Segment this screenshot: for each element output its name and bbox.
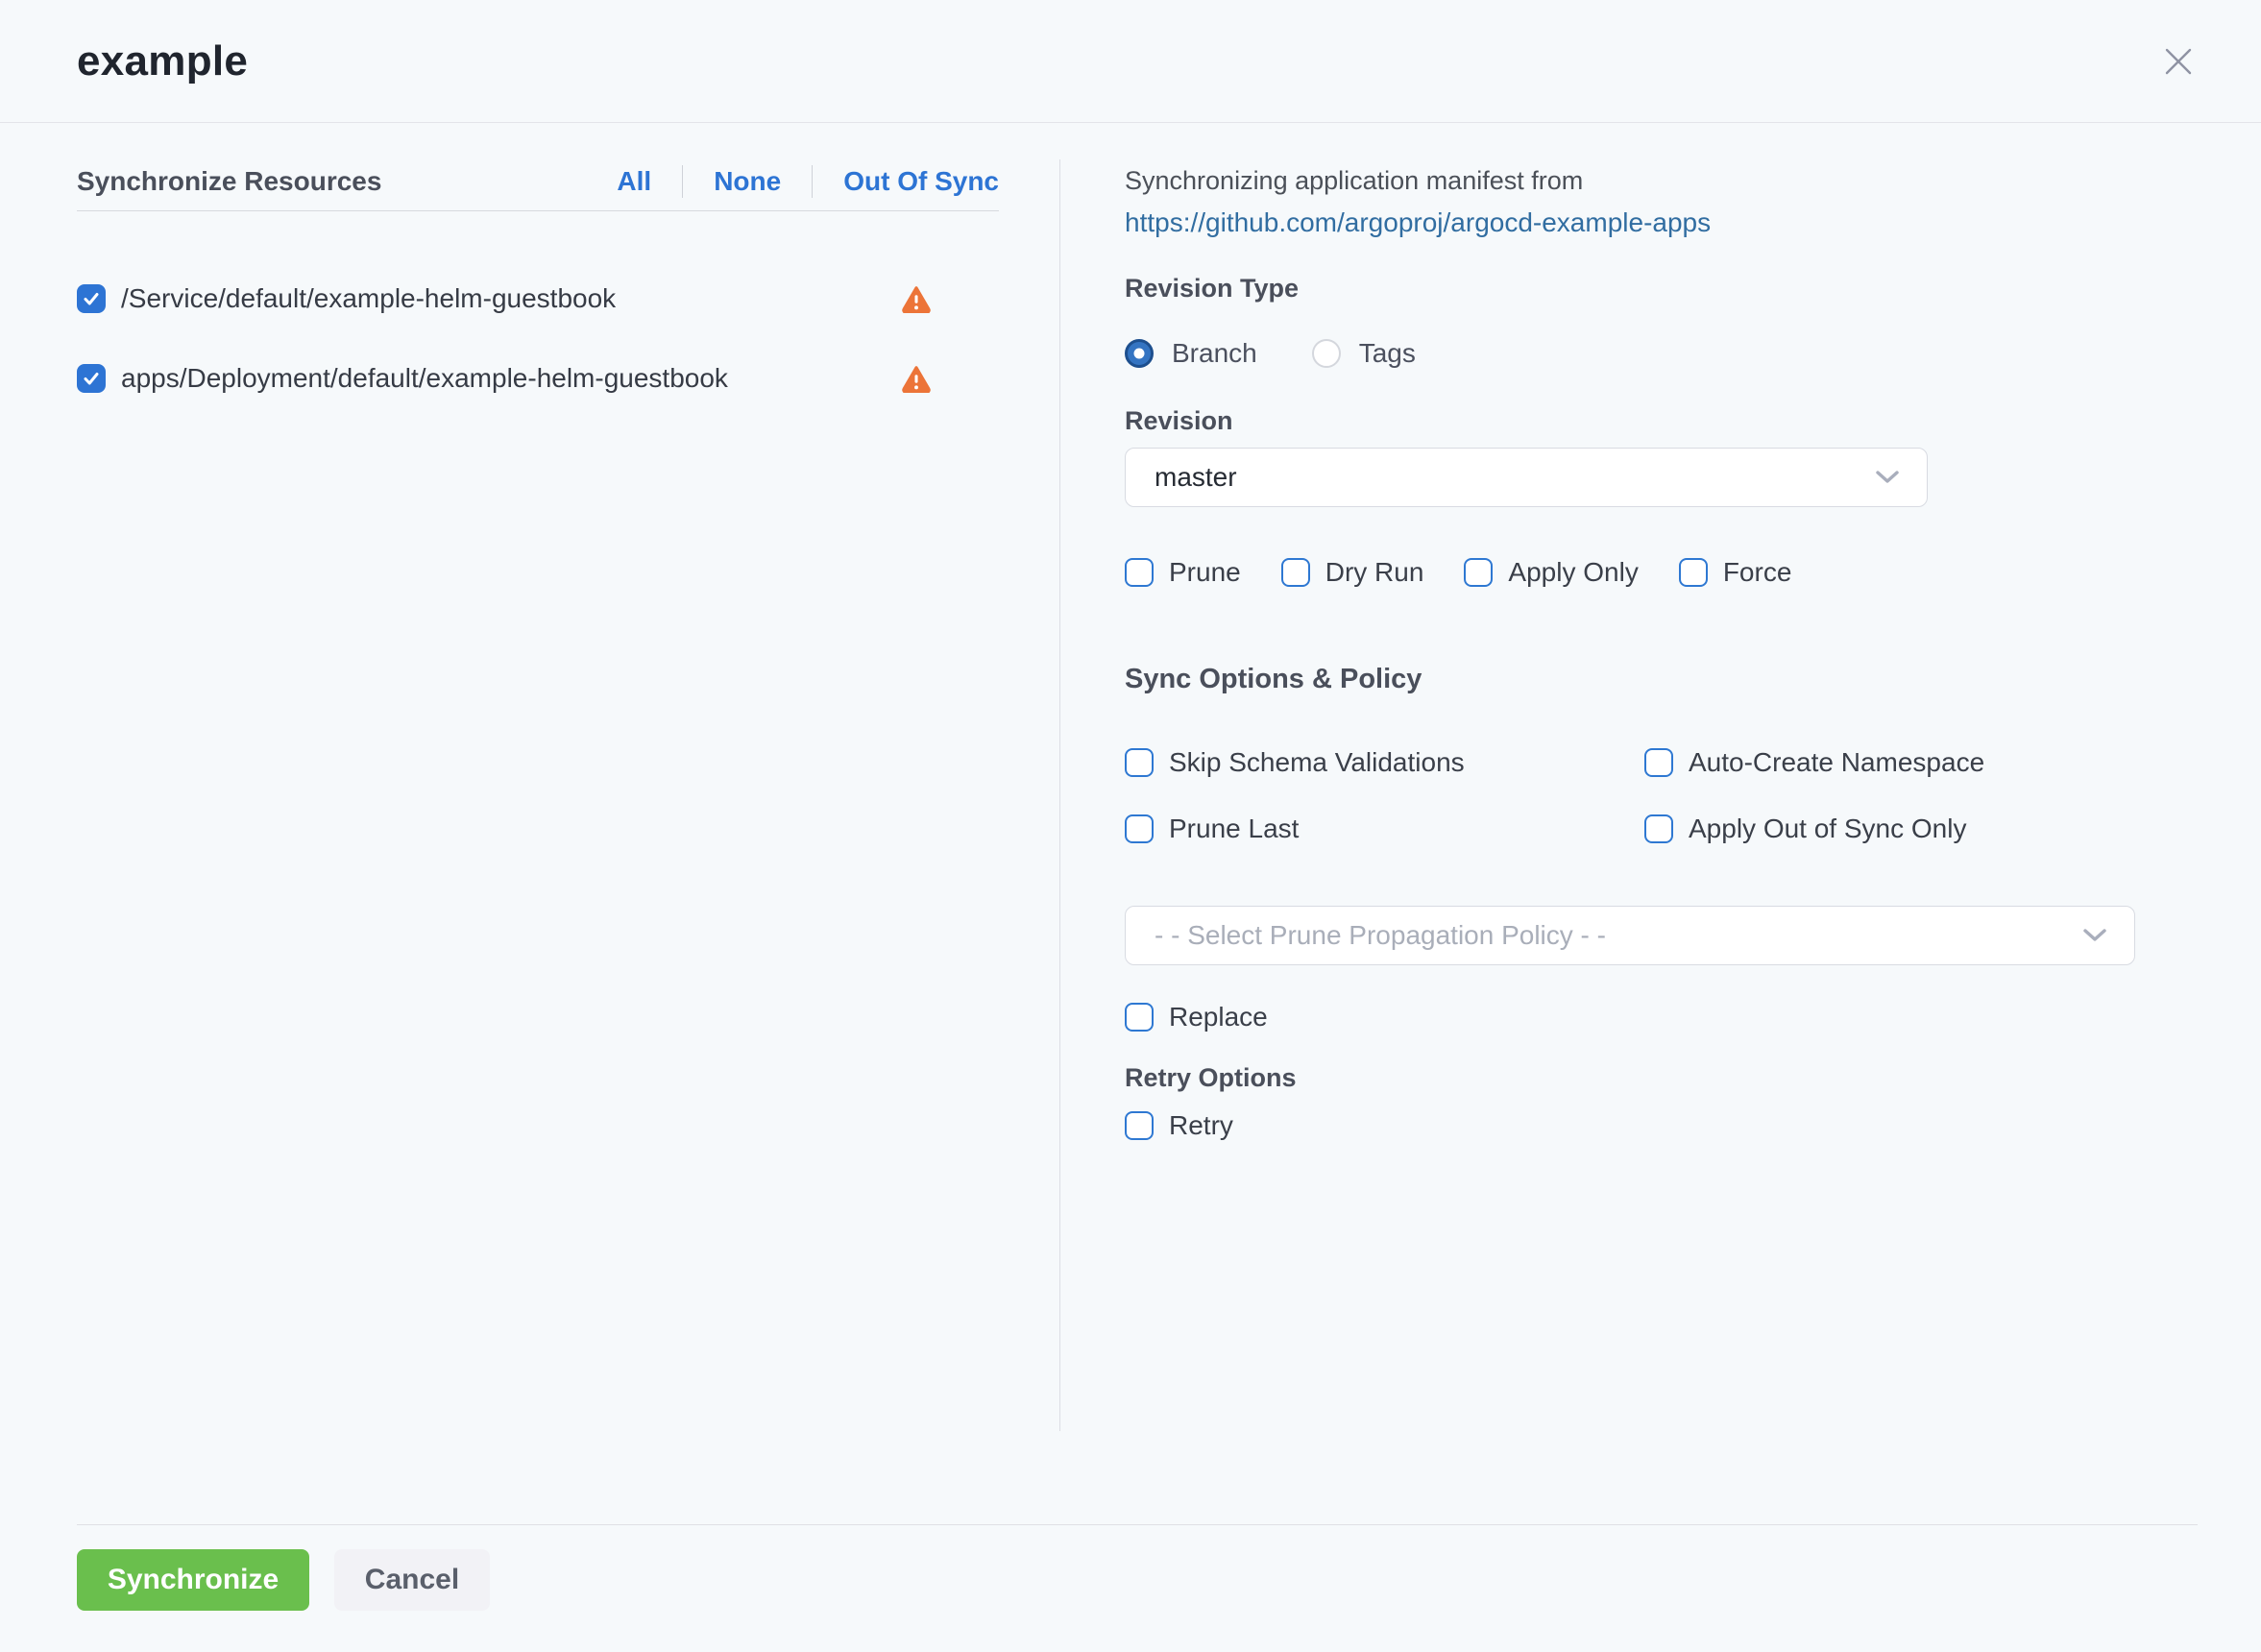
- filter-separator: [682, 165, 683, 198]
- resources-header: Synchronize Resources All None Out Of Sy…: [77, 161, 999, 211]
- warning-icon: [901, 364, 932, 393]
- sync-options-grid: Skip Schema Validations Auto-Create Name…: [1125, 747, 2135, 844]
- panel-divider: [1059, 159, 1060, 1431]
- sync-options-heading: Sync Options & Policy: [1125, 660, 2135, 698]
- radio-tags-label: Tags: [1359, 338, 1416, 369]
- modal-footer: Synchronize Cancel: [77, 1524, 2198, 1611]
- option-retry: Retry: [1125, 1110, 2135, 1141]
- filter-separator: [812, 165, 813, 198]
- revision-type-label: Revision Type: [1125, 269, 2135, 307]
- modal-header: example: [0, 0, 2261, 123]
- skip-schema-validations-checkbox[interactable]: [1125, 748, 1154, 777]
- radio-branch-label: Branch: [1172, 338, 1257, 369]
- resource-label: /Service/default/example-helm-guestbook: [121, 283, 616, 314]
- check-icon: [82, 289, 101, 308]
- apply-only-label: Apply Only: [1508, 557, 1638, 588]
- page-title: example: [77, 37, 248, 85]
- revision-type-options: Branch Tags: [1125, 334, 2135, 373]
- option-auto-create-namespace: Auto-Create Namespace: [1644, 747, 2135, 778]
- prune-last-label: Prune Last: [1169, 814, 1299, 844]
- flag-apply-only: Apply Only: [1464, 557, 1638, 588]
- resources-panel: Synchronize Resources All None Out Of Sy…: [77, 123, 999, 1141]
- apply-out-of-sync-only-checkbox[interactable]: [1644, 814, 1673, 843]
- cancel-button[interactable]: Cancel: [334, 1549, 490, 1611]
- retry-label: Retry: [1169, 1110, 1233, 1141]
- sync-flags: Prune Dry Run Apply Only Force: [1125, 557, 2135, 588]
- dry-run-label: Dry Run: [1325, 557, 1424, 588]
- option-prune-last: Prune Last: [1125, 814, 1644, 844]
- auto-create-namespace-label: Auto-Create Namespace: [1689, 747, 1984, 778]
- resource-row: apps/Deployment/default/example-helm-gue…: [77, 363, 999, 394]
- resource-checkbox[interactable]: [77, 284, 106, 313]
- close-icon[interactable]: [2159, 42, 2198, 81]
- replace-checkbox[interactable]: [1125, 1003, 1154, 1032]
- force-label: Force: [1723, 557, 1792, 588]
- flag-dry-run: Dry Run: [1281, 557, 1424, 588]
- apply-out-of-sync-only-label: Apply Out of Sync Only: [1689, 814, 1966, 844]
- resource-label: apps/Deployment/default/example-helm-gue…: [121, 363, 728, 394]
- prune-propagation-policy-select[interactable]: - - Select Prune Propagation Policy - -: [1125, 906, 2135, 965]
- prune-checkbox[interactable]: [1125, 558, 1154, 587]
- warning-icon: [901, 284, 932, 313]
- manifest-source-label: Synchronizing application manifest from: [1125, 161, 2135, 200]
- apply-only-checkbox[interactable]: [1464, 558, 1493, 587]
- replace-label: Replace: [1169, 1002, 1268, 1032]
- check-icon: [82, 369, 101, 388]
- resource-checkbox[interactable]: [77, 364, 106, 393]
- retry-checkbox[interactable]: [1125, 1111, 1154, 1140]
- resource-row: /Service/default/example-helm-guestbook: [77, 283, 999, 314]
- chevron-down-icon: [2082, 928, 2107, 943]
- option-replace: Replace: [1125, 1002, 2135, 1032]
- retry-options-heading: Retry Options: [1125, 1058, 2135, 1097]
- sync-modal: example Synchronize Resources All None O…: [0, 0, 2261, 1652]
- prune-propagation-policy-placeholder: - - Select Prune Propagation Policy - -: [1155, 920, 1606, 951]
- flag-force: Force: [1679, 557, 1792, 588]
- revision-select[interactable]: master: [1125, 448, 1928, 507]
- revision-select-value: master: [1155, 462, 1237, 493]
- skip-schema-validations-label: Skip Schema Validations: [1169, 747, 1465, 778]
- resources-heading: Synchronize Resources: [77, 166, 381, 197]
- auto-create-namespace-checkbox[interactable]: [1644, 748, 1673, 777]
- prune-label: Prune: [1169, 557, 1241, 588]
- synchronize-button[interactable]: Synchronize: [77, 1549, 309, 1611]
- resource-filters: All None Out Of Sync: [617, 165, 999, 198]
- radio-branch[interactable]: [1125, 339, 1154, 368]
- prune-last-checkbox[interactable]: [1125, 814, 1154, 843]
- option-skip-schema-validations: Skip Schema Validations: [1125, 747, 1644, 778]
- flag-prune: Prune: [1125, 557, 1241, 588]
- filter-out-of-sync[interactable]: Out Of Sync: [843, 166, 999, 197]
- revision-label: Revision: [1125, 401, 2135, 440]
- modal-content: Synchronize Resources All None Out Of Sy…: [0, 123, 2261, 1141]
- chevron-down-icon: [1875, 470, 1900, 485]
- dry-run-checkbox[interactable]: [1281, 558, 1310, 587]
- repo-link[interactable]: https://github.com/argoproj/argocd-examp…: [1125, 200, 1711, 246]
- sync-options-panel: Synchronizing application manifest from …: [1125, 123, 2135, 1141]
- filter-all[interactable]: All: [617, 166, 651, 197]
- radio-tags[interactable]: [1312, 339, 1341, 368]
- force-checkbox[interactable]: [1679, 558, 1708, 587]
- option-apply-out-of-sync-only: Apply Out of Sync Only: [1644, 814, 2135, 844]
- filter-none[interactable]: None: [714, 166, 781, 197]
